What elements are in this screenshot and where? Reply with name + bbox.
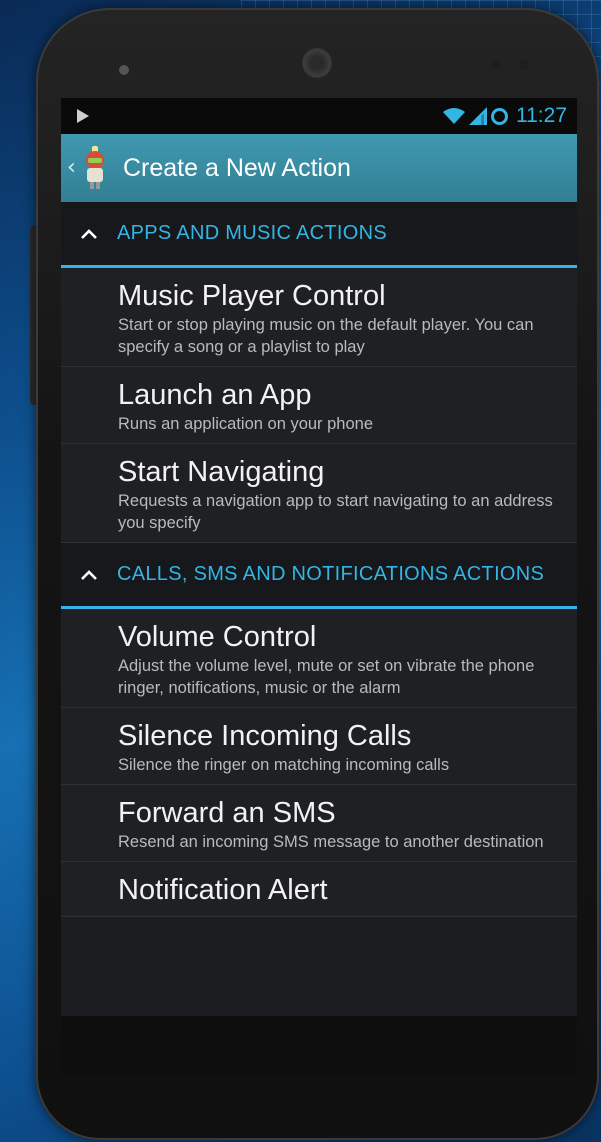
battery-icon xyxy=(491,107,508,125)
earpiece xyxy=(119,65,129,75)
item-title: Silence Incoming Calls xyxy=(118,720,412,752)
section-title: APPS AND MUSIC ACTIONS xyxy=(117,222,387,244)
list-item[interactable]: Notification Alert xyxy=(61,862,577,917)
item-title: Volume Control xyxy=(118,621,317,653)
item-description: Silence the ringer on matching incoming … xyxy=(118,756,450,774)
item-title: Notification Alert xyxy=(118,874,328,906)
action-bar[interactable]: ‹ Create a New Action xyxy=(61,134,577,202)
section-title: CALLS, SMS AND NOTIFICATIONS ACTIONS xyxy=(117,563,545,585)
section-header-apps[interactable]: APPS AND MUSIC ACTIONS xyxy=(61,202,577,268)
list-item[interactable]: Volume Control Adjust the volume level, … xyxy=(61,609,577,708)
item-description: Requests a navigation app to start navig… xyxy=(118,492,553,532)
signal-icon xyxy=(469,107,487,125)
item-description: Runs an application on your phone xyxy=(118,415,374,433)
status-bar: 11:27 xyxy=(61,98,577,134)
app-robot-icon[interactable] xyxy=(81,146,109,190)
collapse-chevron-icon xyxy=(81,228,97,239)
list-item[interactable]: Forward an SMS Resend an incoming SMS me… xyxy=(61,785,577,862)
item-title: Launch an App xyxy=(118,379,312,411)
screen: 11:27 ‹ Create a New Action APPS AND MUS… xyxy=(61,98,577,1016)
item-title: Start Navigating xyxy=(118,456,325,488)
status-time: 11:27 xyxy=(516,104,567,127)
proximity-sensor xyxy=(491,60,539,72)
back-chevron-icon[interactable]: ‹ xyxy=(67,157,81,179)
list-item[interactable]: Silence Incoming Calls Silence the ringe… xyxy=(61,708,577,785)
list-item[interactable]: Music Player Control Start or stop playi… xyxy=(61,268,577,367)
item-description: Adjust the volume level, mute or set on … xyxy=(118,657,535,697)
list-item[interactable]: Start Navigating Requests a navigation a… xyxy=(61,444,577,543)
page-title: Create a New Action xyxy=(123,153,351,182)
item-description: Start or stop playing music on the defau… xyxy=(118,316,534,356)
wifi-icon xyxy=(443,108,465,124)
section-header-calls[interactable]: CALLS, SMS AND NOTIFICATIONS ACTIONS xyxy=(61,543,577,609)
navigation-bar xyxy=(61,1016,577,1076)
play-notification-icon xyxy=(77,109,89,123)
item-title: Music Player Control xyxy=(118,280,386,312)
front-camera xyxy=(302,48,332,78)
item-title: Forward an SMS xyxy=(118,797,336,829)
collapse-chevron-icon xyxy=(81,569,97,580)
item-description: Resend an incoming SMS message to anothe… xyxy=(118,833,544,851)
list-item[interactable]: Launch an App Runs an application on you… xyxy=(61,367,577,444)
